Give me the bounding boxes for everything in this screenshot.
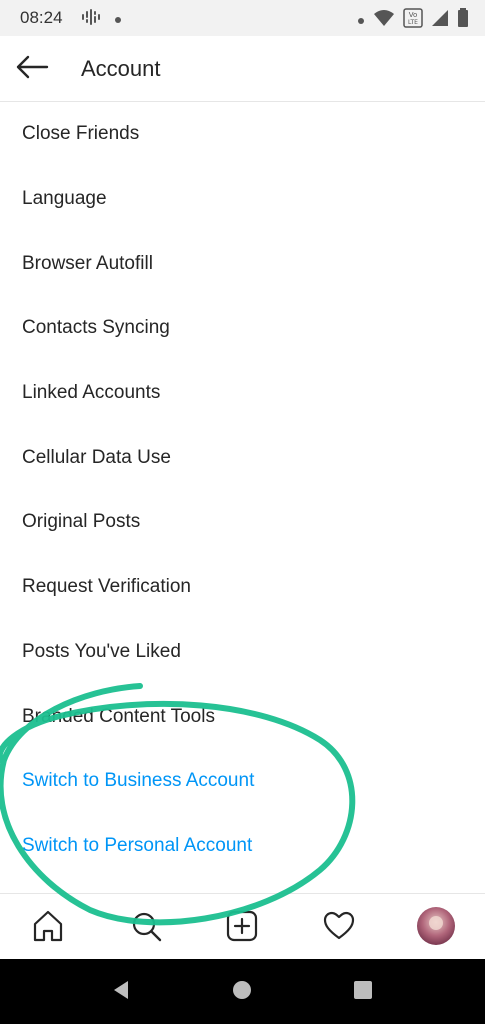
battery-icon [457, 8, 469, 33]
bottom-tab-bar [0, 893, 485, 959]
menu-item-browser-autofill[interactable]: Browser Autofill [0, 231, 485, 296]
app-bar: Account [0, 36, 485, 102]
menu-item-contacts-syncing[interactable]: Contacts Syncing [0, 296, 485, 361]
activity-heart-icon [322, 909, 356, 948]
menu-item-posts-youve-liked[interactable]: Posts You've Liked [0, 620, 485, 685]
tab-activity[interactable] [319, 908, 359, 948]
recents-square-icon [352, 979, 374, 1006]
home-circle-icon [231, 979, 253, 1006]
dot-icon [114, 11, 122, 29]
profile-avatar [416, 906, 456, 951]
menu-item-linked-accounts[interactable]: Linked Accounts [0, 361, 485, 426]
back-button[interactable] [12, 52, 52, 86]
tab-profile[interactable] [416, 906, 456, 951]
menu-item-language[interactable]: Language [0, 167, 485, 232]
svg-text:Vo: Vo [409, 11, 418, 19]
status-bar: 08:24 Vo LTE [0, 0, 485, 36]
back-triangle-icon [110, 979, 132, 1006]
wifi-icon [373, 9, 395, 32]
home-icon [31, 909, 65, 948]
nav-home-button[interactable] [229, 979, 255, 1005]
status-time: 08:24 [20, 8, 63, 27]
menu-item-close-friends[interactable]: Close Friends [0, 102, 485, 167]
menu-item-branded-content-tools[interactable]: Branded Content Tools [0, 684, 485, 749]
podcast-icon [80, 8, 102, 31]
menu-item-request-verification[interactable]: Request Verification [0, 555, 485, 620]
dot-icon [357, 12, 365, 30]
switch-to-business-account-link[interactable]: Switch to Business Account [0, 749, 485, 814]
nav-back-button[interactable] [108, 979, 134, 1005]
menu-item-original-posts[interactable]: Original Posts [0, 490, 485, 555]
new-post-icon [225, 909, 259, 948]
search-icon [129, 909, 163, 948]
page-title: Account [81, 56, 161, 81]
account-menu: Close Friends Language Browser Autofill … [0, 102, 485, 878]
nav-recents-button[interactable] [350, 979, 376, 1005]
svg-text:LTE: LTE [408, 19, 418, 26]
volte-icon: Vo LTE [403, 8, 423, 33]
system-nav-bar [0, 959, 485, 1024]
tab-home[interactable] [28, 908, 68, 948]
menu-item-cellular-data-use[interactable]: Cellular Data Use [0, 425, 485, 490]
switch-to-personal-account-link[interactable]: Switch to Personal Account [0, 814, 485, 879]
signal-icon [431, 9, 449, 32]
arrow-left-icon [15, 55, 49, 84]
tab-new-post[interactable] [222, 908, 262, 948]
tab-search[interactable] [126, 908, 166, 948]
